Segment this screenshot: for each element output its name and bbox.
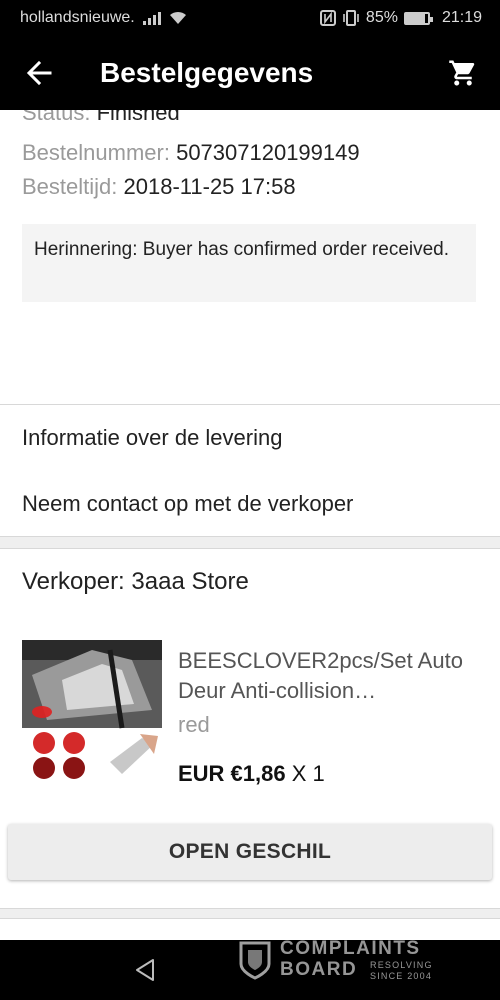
- product-price-row: EUR €1,86 X 1: [178, 761, 325, 787]
- signal-icon: [142, 11, 161, 25]
- watermark-shield-icon: [239, 941, 271, 980]
- status-bar-left: hollandsnieuwe.: [20, 9, 187, 27]
- open-dispute-button[interactable]: OPEN GESCHIL: [8, 824, 492, 880]
- order-number-value: 507307120199149: [176, 140, 360, 165]
- product-variant: red: [178, 712, 210, 737]
- notification-text: hollandsnieuwe.: [20, 9, 135, 26]
- shopping-cart-icon: [449, 60, 475, 86]
- contact-seller-link[interactable]: Neem contact op met de verkoper: [22, 491, 353, 517]
- next-section-card: [0, 918, 500, 940]
- app-bar: Bestelgegevens: [0, 36, 500, 110]
- watermark-sub2: SINCE 2004: [370, 971, 433, 981]
- order-status-value: Finished: [96, 110, 180, 125]
- order-status-row: Status: Finished: [22, 110, 180, 126]
- arrow-left-icon: [26, 60, 52, 86]
- order-links-card: Informatie over de levering Neem contact…: [0, 404, 500, 537]
- nav-back-icon[interactable]: [134, 958, 156, 982]
- order-details-content[interactable]: Status: Finished Bestelnummer: 507307120…: [0, 110, 500, 940]
- delivery-info-link[interactable]: Informatie over de levering: [22, 425, 282, 451]
- battery-percent: 85%: [365, 9, 398, 26]
- product-title[interactable]: BEESCLOVER2pcs/Set Auto Deur Anti-collis…: [178, 646, 478, 706]
- watermark-sub1: RESOLVING: [370, 960, 433, 970]
- back-button[interactable]: [24, 58, 54, 88]
- nfc-icon: [319, 10, 336, 26]
- seller-name[interactable]: Verkoper: 3aaa Store: [22, 568, 249, 596]
- page-title: Bestelgegevens: [100, 57, 314, 88]
- watermark-line2: BOARD: [280, 959, 358, 980]
- status-bar-right: 85% 21:19: [319, 9, 482, 27]
- wifi-icon: [169, 11, 186, 24]
- product-quantity: X 1: [291, 761, 325, 786]
- product-thumbnail[interactable]: [22, 640, 162, 780]
- watermark-line1: COMPLAINTS: [280, 938, 421, 959]
- product-price: EUR €1,86: [178, 761, 286, 786]
- status-bar: hollandsnieuwe. 85% 21:19: [0, 0, 500, 36]
- order-reminder: Herinnering: Buyer has confirmed order r…: [22, 224, 476, 302]
- battery-level: [405, 13, 425, 23]
- cart-button[interactable]: [446, 56, 480, 90]
- battery-icon: [403, 11, 433, 25]
- vibrate-icon: [343, 10, 359, 26]
- order-time-row: Besteltijd: 2018-11-25 17:58: [22, 174, 296, 200]
- order-number-label: Bestelnummer:: [22, 140, 170, 165]
- order-time-value: 2018-11-25 17:58: [123, 174, 296, 199]
- watermark: COMPLAINTS BOARD RESOLVING SINCE 2004: [238, 938, 458, 982]
- clock: 21:19: [441, 9, 482, 26]
- watermark-subtitle: RESOLVING SINCE 2004: [370, 960, 460, 982]
- order-status-label: Status:: [22, 110, 91, 125]
- order-time-label: Besteltijd:: [22, 174, 118, 199]
- order-number-row: Bestelnummer: 507307120199149: [22, 140, 360, 166]
- seller-product-card: Verkoper: 3aaa Store BEESCLOVER2pcs/Set …: [0, 548, 500, 909]
